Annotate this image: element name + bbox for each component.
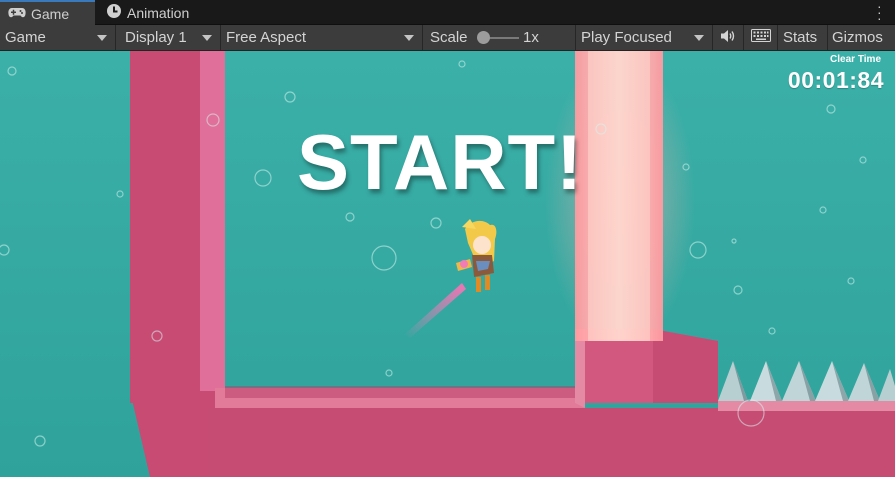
scale-control: Scale 1x: [423, 25, 575, 50]
clear-time-label: Clear Time: [830, 54, 881, 65]
window-tab-bar: Game Animation · · ·: [0, 0, 895, 25]
chevron-down-icon: [97, 35, 107, 41]
play-mode-dropdown[interactable]: Play Focused: [575, 25, 713, 50]
gizmos-button[interactable]: Gizmos: [828, 25, 895, 50]
mute-audio-button[interactable]: [713, 25, 744, 50]
chevron-down-icon: [404, 35, 414, 41]
left-wall-front: [130, 51, 200, 403]
scale-value: 1x: [523, 29, 539, 46]
stats-label: Stats: [783, 29, 818, 46]
stats-button[interactable]: Stats: [778, 25, 828, 50]
tab-game[interactable]: Game: [0, 0, 95, 25]
gizmos-label: Gizmos: [832, 29, 883, 46]
display-dropdown[interactable]: Display 1: [116, 25, 221, 50]
chevron-down-icon: [202, 35, 212, 41]
tab-animation[interactable]: Animation: [104, 0, 214, 25]
shortcuts-button[interactable]: [744, 25, 778, 50]
scale-label: Scale: [430, 29, 468, 46]
display-label: Display 1: [125, 29, 187, 46]
tab-game-label: Game: [31, 5, 70, 22]
left-wall-side: [200, 51, 225, 403]
clear-time-value: 00:01:84: [787, 67, 884, 93]
aspect-dropdown[interactable]: Free Aspect: [221, 25, 423, 50]
more-options-icon[interactable]: · · ·: [877, 0, 882, 25]
aspect-label: Free Aspect: [226, 29, 307, 46]
animation-clock-icon: [106, 3, 122, 22]
gamepad-icon: [8, 6, 26, 22]
game-viewport[interactable]: Clear Time 00:01:84 START!: [0, 51, 895, 477]
chevron-down-icon: [694, 35, 704, 41]
scale-slider-handle[interactable]: [477, 31, 490, 44]
tab-animation-label: Animation: [127, 4, 190, 21]
keyboard-icon: [750, 29, 771, 46]
play-mode-label: Play Focused: [581, 29, 672, 46]
game-scene: [0, 51, 895, 477]
floor-front: [207, 408, 895, 477]
game-mode-label: Game: [5, 29, 46, 46]
game-view-toolbar: Game Display 1 Free Aspect Scale 1x Play…: [0, 25, 895, 51]
start-banner: START!: [297, 118, 584, 206]
game-mode-dropdown[interactable]: Game: [0, 25, 116, 50]
speaker-icon: [720, 29, 736, 47]
